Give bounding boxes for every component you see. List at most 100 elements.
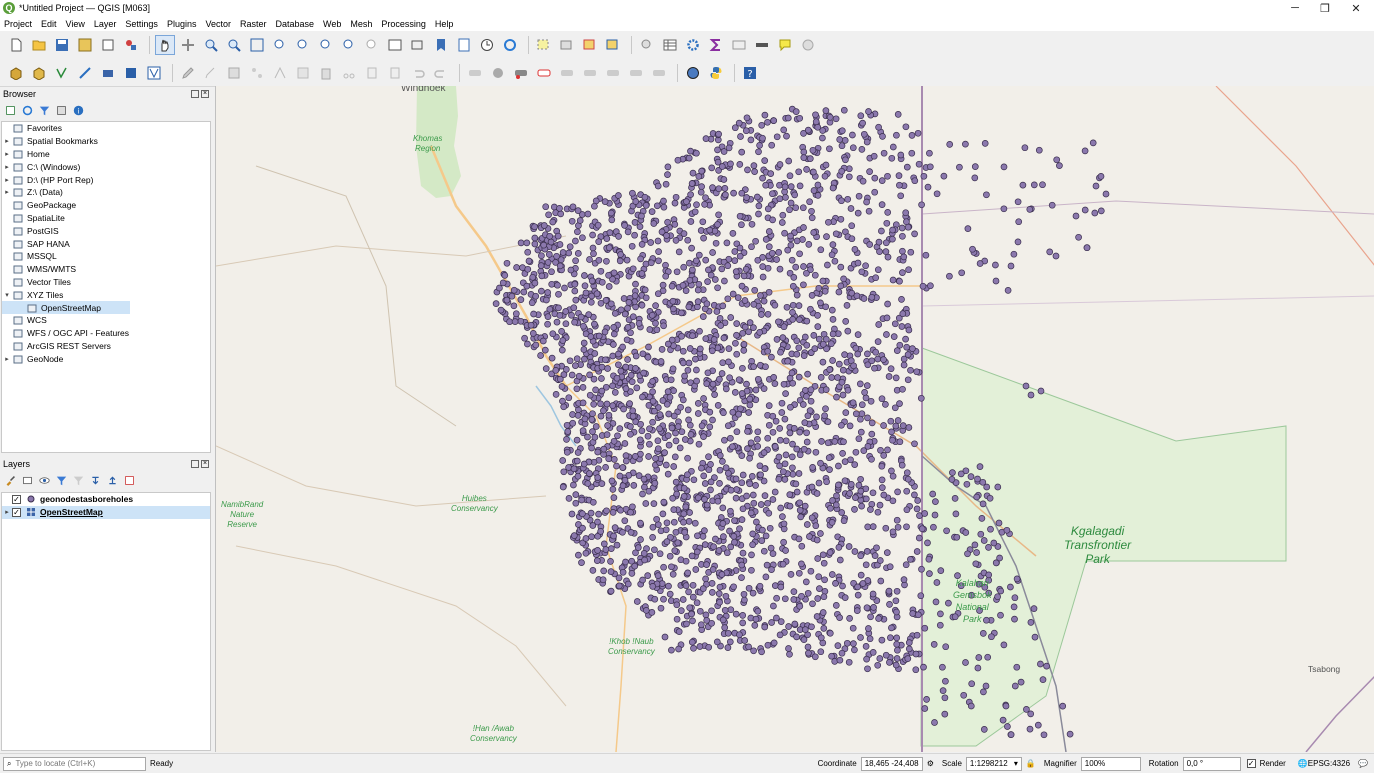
browser-item[interactable]: SAP HANA: [2, 237, 210, 250]
deselect-button[interactable]: [580, 35, 600, 55]
crs-button[interactable]: 🌐EPSG:4326: [1298, 759, 1350, 768]
menu-help[interactable]: Help: [435, 19, 454, 29]
select-features-button[interactable]: [534, 35, 554, 55]
browser-item[interactable]: GeoPackage: [2, 199, 210, 212]
menu-web[interactable]: Web: [323, 19, 341, 29]
manage-visibility-button[interactable]: [38, 474, 51, 487]
new-project-button[interactable]: [6, 35, 26, 55]
add-selected-button[interactable]: [4, 104, 17, 117]
show-bookmarks-button[interactable]: [454, 35, 474, 55]
collapse-all-button[interactable]: [55, 104, 68, 117]
scale-combo[interactable]: 1:1298212 ▾: [965, 756, 1022, 771]
browser-item[interactable]: ArcGIS REST Servers: [2, 340, 210, 353]
browser-item[interactable]: OpenStreetMap: [2, 301, 130, 314]
expand-arrow-icon[interactable]: ▸: [2, 188, 12, 196]
move-label-button[interactable]: [557, 63, 577, 83]
zoom-selection-button[interactable]: [270, 35, 290, 55]
layer-labeling-button[interactable]: [488, 63, 508, 83]
field-calculator-button[interactable]: [683, 35, 703, 55]
browser-item[interactable]: Vector Tiles: [2, 276, 210, 289]
restore-button[interactable]: ❐: [1310, 0, 1340, 16]
menu-layer[interactable]: Layer: [94, 19, 117, 29]
new-geopackage-button[interactable]: [29, 63, 49, 83]
expand-arrow-icon[interactable]: ▸: [2, 137, 12, 145]
pan-map-button[interactable]: [155, 35, 175, 55]
menu-plugins[interactable]: Plugins: [167, 19, 197, 29]
show-hide-labels-button[interactable]: [649, 63, 669, 83]
new-memory-layer-button[interactable]: [98, 63, 118, 83]
modify-attributes-button[interactable]: [293, 63, 313, 83]
menu-project[interactable]: Project: [4, 19, 32, 29]
properties-button[interactable]: i: [72, 104, 85, 117]
zoom-out-button[interactable]: [224, 35, 244, 55]
layer-item[interactable]: ▸ ✓ OpenStreetMap: [2, 505, 210, 519]
pan-to-selection-button[interactable]: [178, 35, 198, 55]
cut-button[interactable]: [339, 63, 359, 83]
expand-arrow-icon[interactable]: ▸: [2, 176, 12, 184]
layer-item[interactable]: ✓ geonodestasboreholes: [2, 493, 210, 506]
float-panel-button[interactable]: [191, 90, 199, 98]
lock-scale-icon[interactable]: 🔒: [1026, 759, 1036, 768]
save-as-button[interactable]: [75, 35, 95, 55]
coordinate-field[interactable]: 18,465 -24,408: [860, 756, 923, 771]
digitize-button[interactable]: [247, 63, 267, 83]
menu-vector[interactable]: Vector: [205, 19, 231, 29]
map-tips-button[interactable]: [775, 35, 795, 55]
expand-arrow-icon[interactable]: ▸: [2, 355, 12, 363]
extents-toggle-icon[interactable]: ⚙: [927, 759, 934, 768]
save-project-button[interactable]: [52, 35, 72, 55]
zoom-in-button[interactable]: [201, 35, 221, 55]
refresh-browser-button[interactable]: [21, 104, 34, 117]
close-button[interactable]: ✕: [1341, 0, 1371, 16]
redo-button[interactable]: [431, 63, 451, 83]
float-panel-button[interactable]: [191, 460, 199, 468]
print-layout-button[interactable]: [98, 35, 118, 55]
minimize-button[interactable]: ─: [1280, 0, 1310, 16]
menu-raster[interactable]: Raster: [240, 19, 267, 29]
add-vector-button[interactable]: [144, 63, 164, 83]
open-styling-button[interactable]: [4, 474, 17, 487]
label-toolbar-button[interactable]: [465, 63, 485, 83]
rotation-spinbox[interactable]: 0,0 °: [1182, 756, 1241, 771]
browser-item[interactable]: WFS / OGC API - Features: [2, 327, 210, 340]
delete-selected-button[interactable]: [316, 63, 336, 83]
new-3d-view-button[interactable]: [408, 35, 428, 55]
browser-item[interactable]: PostGIS: [2, 224, 210, 237]
python-console-button[interactable]: [706, 63, 726, 83]
close-panel-button[interactable]: ×: [201, 460, 209, 468]
data-source-manager-button[interactable]: [6, 63, 26, 83]
menu-processing[interactable]: Processing: [381, 19, 426, 29]
render-checkbox[interactable]: ✓: [1246, 759, 1256, 768]
select-location-button[interactable]: [603, 35, 623, 55]
browser-item[interactable]: ▸ Spatial Bookmarks: [2, 135, 210, 148]
zoom-full-button[interactable]: [247, 35, 267, 55]
layer-visibility-checkbox[interactable]: ✓: [12, 507, 21, 517]
attribute-table-button[interactable]: [660, 35, 680, 55]
toggle-editing-button[interactable]: [178, 63, 198, 83]
show-labels-button[interactable]: [534, 63, 554, 83]
browser-item[interactable]: ▸ D:\ (HP Port Rep): [2, 173, 210, 186]
browser-item[interactable]: ▸ C:\ (Windows): [2, 160, 210, 173]
identify-button[interactable]: [637, 35, 657, 55]
expand-arrow-icon[interactable]: ▾: [2, 291, 12, 299]
new-shapefile-button[interactable]: [52, 63, 72, 83]
filter-expression-button[interactable]: [72, 474, 85, 487]
zoom-last-button[interactable]: [339, 35, 359, 55]
browser-item[interactable]: MSSQL: [2, 250, 210, 263]
expand-arrow-icon[interactable]: ▸: [2, 163, 12, 171]
open-table-button[interactable]: [729, 35, 749, 55]
vertex-tool-button[interactable]: [270, 63, 290, 83]
menu-view[interactable]: View: [66, 19, 85, 29]
zoom-layer-button[interactable]: [293, 35, 313, 55]
refresh-button[interactable]: [500, 35, 520, 55]
select-by-value-button[interactable]: [557, 35, 577, 55]
save-edits-button[interactable]: [224, 63, 244, 83]
close-panel-button[interactable]: ×: [201, 90, 209, 98]
browser-item[interactable]: WCS: [2, 314, 210, 327]
expand-all-button[interactable]: [89, 474, 102, 487]
annotation-button[interactable]: [798, 35, 818, 55]
help-button[interactable]: ?: [740, 63, 760, 83]
undo-button[interactable]: [408, 63, 428, 83]
zoom-native-button[interactable]: [316, 35, 336, 55]
browser-item[interactable]: WMS/WMTS: [2, 263, 210, 276]
